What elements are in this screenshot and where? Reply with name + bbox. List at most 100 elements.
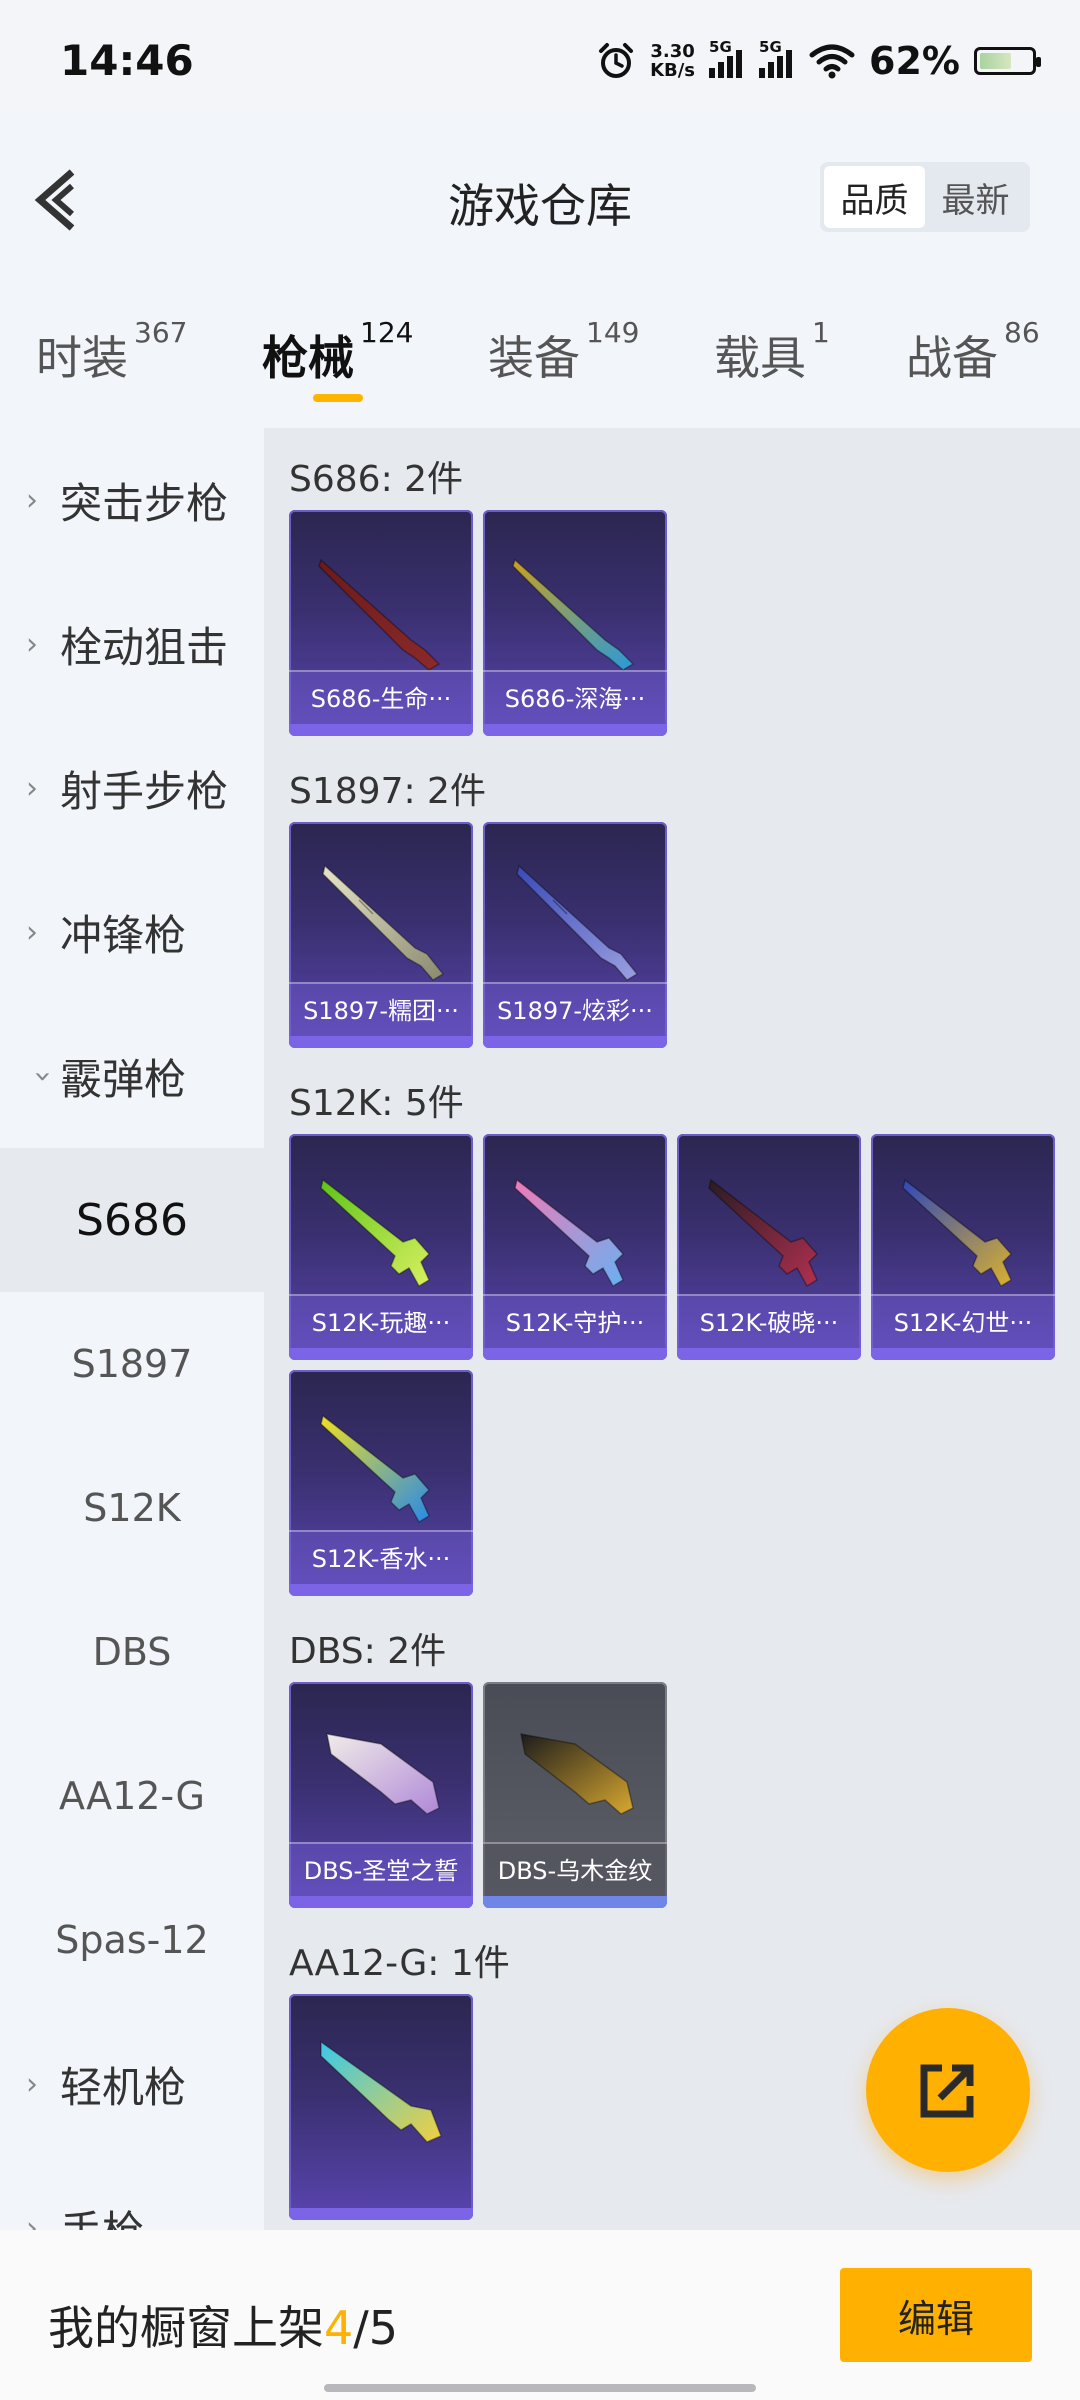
sort-option-latest[interactable]: 最新 [925, 166, 1026, 228]
sidebar-item-shotgun[interactable]: › 霰弹枪 [0, 1004, 264, 1148]
edit-button[interactable]: 编辑 [840, 2268, 1032, 2362]
sidebar-item-lmg[interactable]: › 轻机枪 [0, 2012, 264, 2156]
sidebar-item-label: 栓动狙击 [60, 622, 229, 672]
weapon-card[interactable]: S12K-破晓··· [677, 1134, 861, 1360]
weapon-card[interactable]: S12K-幻世··· [871, 1134, 1055, 1360]
sidebar-item-label: 突击步枪 [60, 478, 229, 528]
rarity-bar [677, 1348, 861, 1360]
sort-option-quality[interactable]: 品质 [824, 166, 925, 228]
sim1-label: 5G [709, 38, 732, 56]
weapon-grid: S686: 2件 S686-生命··· S686-深海··· S1897: 2件 S18… [264, 428, 1080, 2230]
section-title: AA12-G: 1件 [289, 1943, 510, 1984]
rarity-bar [483, 1348, 667, 1360]
sidebar-subitem-dbs[interactable]: DBS [0, 1580, 264, 1724]
sidebar-item-label: 手枪 [60, 2198, 144, 2231]
section-title: S686: 2件 [289, 459, 464, 500]
battery-icon [974, 47, 1041, 75]
section-title: S1897: 2件 [289, 771, 486, 812]
sidebar-subitem-s12k[interactable]: S12K [0, 1436, 264, 1580]
tab-label: 装备 [488, 331, 580, 385]
sidebar-item-smg[interactable]: › 冲锋枪 [0, 860, 264, 1004]
tab-label: 战备 [906, 331, 998, 385]
sidebar-subitem-s1897[interactable]: S1897 [0, 1292, 264, 1436]
signal-sim2-icon: 5G [759, 38, 795, 78]
weapon-card[interactable]: S12K-玩趣··· [289, 1134, 473, 1360]
weapon-type-sidebar: › 突击步枪 › 栓动狙击 › 射手步枪 › 冲锋枪 › 霰弹枪 S686 S1897 S… [0, 428, 264, 2230]
sidebar-subitem-aa12g[interactable]: AA12-G [0, 1724, 264, 1868]
tab-fashion[interactable]: 时装 367 [36, 316, 187, 388]
section-title: DBS: 2件 [289, 1631, 447, 1672]
weapon-name: DBS-乌木金纹 [483, 1842, 667, 1896]
rarity-bar [289, 1348, 473, 1360]
chevron-right-icon: › [26, 482, 38, 518]
home-indicator[interactable] [324, 2384, 756, 2392]
weapon-name: S1897-糯团··· [289, 982, 473, 1036]
tab-label: 载具 [714, 331, 806, 385]
sidebar-item-label: 霰弹枪 [60, 1054, 187, 1104]
assault-shotgun-icon [320, 1178, 431, 1288]
weapon-card[interactable] [289, 1994, 473, 2220]
weapon-name: S12K-幻世··· [871, 1294, 1055, 1348]
assault-shotgun-icon [320, 1414, 431, 1524]
rarity-bar [871, 1348, 1055, 1360]
sidebar-item-assault-rifle[interactable]: › 突击步枪 [0, 428, 264, 572]
weapon-card[interactable]: S1897-炫彩··· [483, 822, 667, 1048]
weapon-name: S12K-玩趣··· [289, 1294, 473, 1348]
net-speed-unit: KB/s [650, 60, 696, 81]
sim2-label: 5G [759, 38, 782, 56]
rarity-bar [289, 1036, 473, 1048]
pump-shotgun-icon [516, 864, 639, 981]
tab-count: 1 [812, 316, 830, 349]
tab-vehicles[interactable]: 载具 1 [714, 316, 830, 388]
weapon-card[interactable]: S686-生命··· [289, 510, 473, 736]
tab-label: 枪械 [262, 331, 354, 385]
chevron-right-icon: › [26, 2210, 38, 2231]
weapon-card[interactable]: S686-深海··· [483, 510, 667, 736]
sidebar-item-pistol[interactable]: › 手枪 [0, 2156, 264, 2231]
rarity-bar [289, 1584, 473, 1596]
sidebar-item-label: 轻机枪 [60, 2062, 187, 2112]
tab-equipment[interactable]: 装备 149 [488, 316, 639, 388]
assault-shotgun-icon [708, 1178, 819, 1288]
tab-supplies[interactable]: 战备 86 [906, 316, 1040, 388]
assault-shotgun-icon [902, 1178, 1013, 1288]
chevron-down-icon: › [25, 1070, 61, 1082]
weapon-name: S12K-守护··· [483, 1294, 667, 1348]
tab-count: 124 [360, 316, 414, 349]
status-time: 14:46 [60, 36, 194, 85]
tab-count: 86 [1004, 316, 1040, 349]
weapon-card[interactable]: S12K-守护··· [483, 1134, 667, 1360]
net-speed-value: 3.30 [650, 41, 695, 62]
weapon-card[interactable]: S1897-糯团··· [289, 822, 473, 1048]
weapon-card[interactable]: DBS-圣堂之誓 [289, 1682, 473, 1908]
weapon-name: S686-生命··· [289, 670, 473, 724]
shotgun-double-barrel-icon [318, 558, 441, 671]
active-tab-indicator [313, 394, 363, 402]
rarity-bar [483, 724, 667, 736]
net-speed: 3.30 KB/s [650, 42, 695, 80]
tab-label: 时装 [36, 331, 128, 385]
sidebar-item-marksman-rifle[interactable]: › 射手步枪 [0, 716, 264, 860]
bullpup-shotgun-icon [520, 1733, 634, 1815]
category-tabs: 时装 367 枪械 124 装备 149 载具 1 战备 86 [0, 300, 1080, 420]
weapon-card[interactable]: DBS-乌木金纹 [483, 1682, 667, 1908]
sidebar-item-label: 射手步枪 [60, 766, 229, 816]
weapon-name: S12K-破晓··· [677, 1294, 861, 1348]
tab-count: 149 [586, 316, 640, 349]
chevron-right-icon: › [26, 626, 38, 662]
weapon-card[interactable]: S12K-香水··· [289, 1370, 473, 1596]
section-title: S12K: 5件 [289, 1083, 464, 1124]
showcase-total: /5 [353, 2301, 399, 2355]
sidebar-subitem-spas12[interactable]: Spas-12 [0, 1868, 264, 2012]
weapon-name: S686-深海··· [483, 670, 667, 724]
tab-firearms[interactable]: 枪械 124 [262, 316, 413, 388]
assault-shotgun-icon [514, 1178, 625, 1288]
weapon-name: S12K-香水··· [289, 1530, 473, 1584]
rarity-bar [483, 1036, 667, 1048]
showcase-current: 4 [324, 2301, 354, 2355]
sort-toggle: 品质 最新 [820, 162, 1030, 232]
share-button[interactable] [866, 2008, 1030, 2172]
weapon-name: DBS-圣堂之誓 [289, 1842, 473, 1896]
sidebar-subitem-s686[interactable]: S686 [0, 1148, 264, 1292]
sidebar-item-bolt-sniper[interactable]: › 栓动狙击 [0, 572, 264, 716]
